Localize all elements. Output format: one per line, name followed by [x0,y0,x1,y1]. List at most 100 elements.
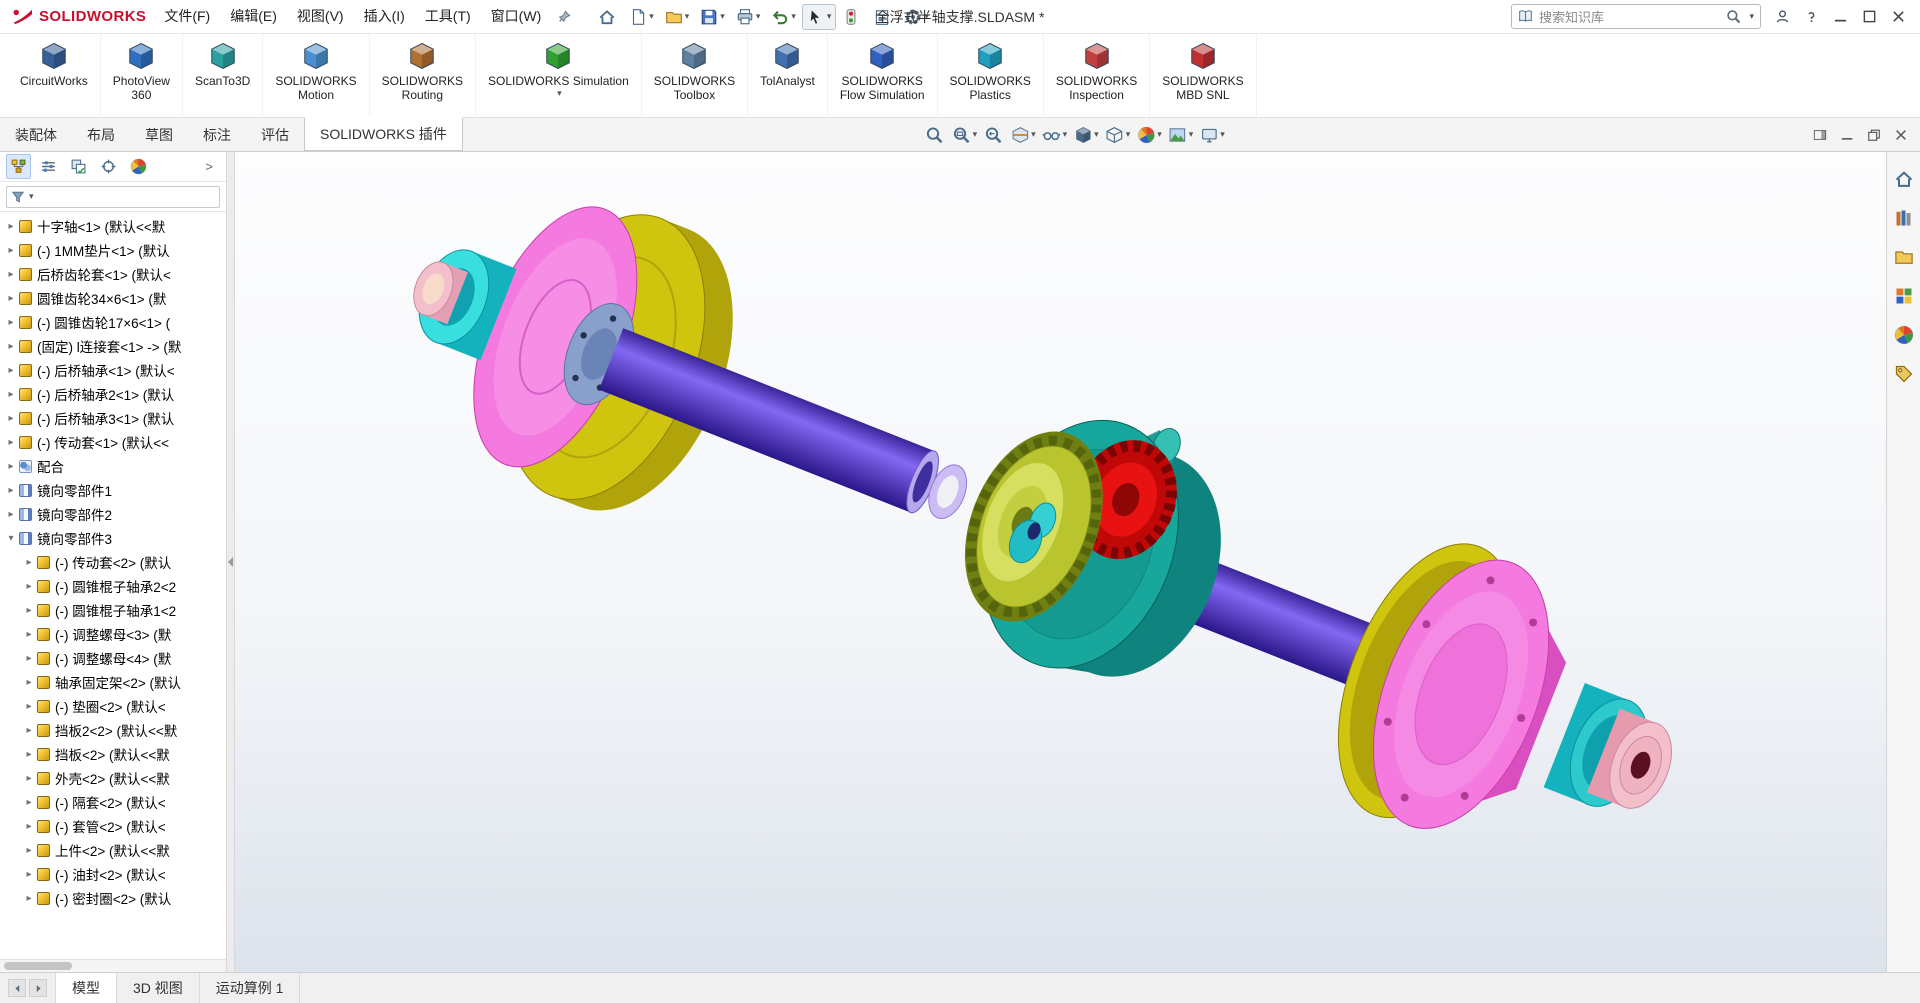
solidworks-routing-button[interactable]: SOLIDWORKS Routing [370,34,477,117]
expand-arrow-icon[interactable]: ▸ [4,365,18,376]
expand-arrow-icon[interactable]: ▸ [22,845,36,856]
pin-menu-icon[interactable] [551,8,577,26]
expand-arrow-icon[interactable]: ▸ [4,317,18,328]
tree-item[interactable]: ▸ (-) 传动套<1> (默认<< [0,430,226,454]
tree-item[interactable]: ▸ 镜向零部件2 [0,502,226,526]
tree-item[interactable]: ▸ (-) 垫圈<2> (默认< [0,694,226,718]
expand-arrow-icon[interactable]: ▸ [4,509,18,520]
configurationmanager-tab[interactable] [66,154,91,179]
tree-item[interactable]: ▸ 轴承固定架<2> (默认 [0,670,226,694]
tree-item[interactable]: ▸ (-) 密封圈<2> (默认 [0,886,226,910]
solidworks-flow-simulation-button[interactable]: SOLIDWORKS Flow Simulation [828,34,938,117]
doc-minimize-button[interactable] [1840,128,1854,142]
tree-item[interactable]: ▸ (-) 后桥轴承3<1> (默认 [0,406,226,430]
select-button[interactable]: ▾ [801,3,837,30]
tree-horizontal-scrollbar[interactable] [0,959,226,972]
tolanalyst-button[interactable]: TolAnalyst [748,34,828,117]
expand-arrow-icon[interactable]: ▸ [22,725,36,736]
tree-item[interactable]: ▸ (-) 1MM垫片<1> (默认 [0,238,226,262]
expand-arrow-icon[interactable]: ▸ [4,437,18,448]
expand-arrow-icon[interactable]: ▸ [4,293,18,304]
menu-item[interactable]: 工具(T) [415,0,481,33]
view-palette-tab[interactable] [1891,283,1917,309]
circuitworks-button[interactable]: CircuitWorks [8,34,101,117]
solidworks-simulation-button[interactable]: SOLIDWORKS Simulation ▾ [476,34,642,117]
hide-show-items-icon[interactable]: ▾ [1040,123,1071,147]
panel-splitter[interactable] [227,152,235,972]
menu-item[interactable]: 插入(I) [354,0,415,33]
menu-item[interactable]: 窗口(W) [481,0,552,33]
scanto3d-button[interactable]: ScanTo3D [183,34,264,117]
tree-item[interactable]: ▸ 挡板<2> (默认<<默 [0,742,226,766]
expand-arrow-icon[interactable]: ▸ [4,485,18,496]
viewport-3d-model[interactable] [235,152,1886,972]
expand-arrow-icon[interactable]: ▸ [22,581,36,592]
search-input[interactable]: 搜索知识库 [1539,7,1720,26]
design-library-tab[interactable] [1891,205,1917,231]
scroll-tabs-right-button[interactable] [29,979,47,997]
graphics-viewport[interactable] [235,152,1886,972]
tree-item[interactable]: ▸ 上件<2> (默认<<默 [0,838,226,862]
solidworks-motion-button[interactable]: SOLIDWORKS Motion [263,34,370,117]
home-button[interactable] [593,4,623,30]
expand-arrow-icon[interactable]: ▸ [4,221,18,232]
save-button[interactable]: ▾ [695,4,730,30]
tree-item[interactable]: ▸ (-) 后桥轴承<1> (默认< [0,358,226,382]
photoview-360-button[interactable]: PhotoView 360 [101,34,183,117]
minimize-button[interactable] [1827,5,1854,28]
menu-item[interactable]: 编辑(E) [220,0,287,33]
tree-item[interactable]: ▾ 镜向零部件3 [0,526,226,550]
zoom-area-icon[interactable]: ▾ [950,123,981,147]
expand-arrow-icon[interactable]: ▸ [22,557,36,568]
tree-item[interactable]: ▸ (-) 圆锥齿轮17×6<1> ( [0,310,226,334]
expand-arrow-icon[interactable]: ▸ [22,701,36,712]
previous-view-icon[interactable] [981,123,1007,147]
expand-arrow-icon[interactable]: ▸ [22,869,36,880]
tree-item[interactable]: ▸ (固定) l连接套<1> -> (默 [0,334,226,358]
tree-item[interactable]: ▸ (-) 传动套<2> (默认 [0,550,226,574]
command-tab[interactable]: 评估 [246,118,304,151]
expand-arrow-icon[interactable]: ▸ [22,629,36,640]
apply-scene-icon[interactable]: ▾ [1166,123,1197,147]
expand-pane-icon[interactable]: > [198,157,220,176]
scroll-tabs-left-button[interactable] [8,979,26,997]
solidworks-mbd-snl-button[interactable]: SOLIDWORKS MBD SNL [1150,34,1257,117]
tree-item[interactable]: ▸ 镜向零部件1 [0,478,226,502]
command-tab[interactable]: 装配体 [0,118,72,151]
left-wheel-assembly[interactable] [406,184,771,539]
display-style-icon[interactable]: ▾ [1103,123,1134,147]
undo-button[interactable]: ▾ [766,4,801,30]
search-caret[interactable]: ▾ [1749,12,1754,21]
expand-arrow-icon[interactable]: ▸ [4,389,18,400]
knowledge-search-box[interactable]: 搜索知识库 ▾ [1511,4,1761,29]
tree-item[interactable]: ▸ 圆锥齿轮34×6<1> (默 [0,286,226,310]
doc-close-button[interactable] [1894,128,1908,142]
search-icon[interactable] [1726,9,1741,24]
pane-toggle-button[interactable] [1813,128,1827,142]
tree-item[interactable]: ▸ (-) 油封<2> (默认< [0,862,226,886]
command-tab[interactable]: 布局 [72,118,130,151]
view-orientation-icon[interactable]: ▾ [1071,123,1102,147]
resources-tab[interactable] [1891,166,1917,192]
expand-arrow-icon[interactable]: ▸ [22,749,36,760]
expand-arrow-icon[interactable]: ▸ [22,605,36,616]
scrollbar-thumb[interactable] [4,962,72,970]
tree-item[interactable]: ▸ 外壳<2> (默认<<默 [0,766,226,790]
open-button[interactable]: ▾ [660,4,695,30]
command-tab[interactable]: SOLIDWORKS 插件 [304,117,463,151]
tree-item[interactable]: ▸ 配合 [0,454,226,478]
tree-item[interactable]: ▸ 挡板2<2> (默认<<默 [0,718,226,742]
menu-item[interactable]: 文件(F) [154,0,220,33]
right-wheel-assembly[interactable] [1303,519,1683,853]
expand-arrow-icon[interactable]: ▸ [4,413,18,424]
expand-arrow-icon[interactable]: ▸ [4,341,18,352]
document-tab[interactable]: 3D 视图 [117,973,200,1003]
tree-item[interactable]: ▸ (-) 圆锥棍子轴承1<2 [0,598,226,622]
doc-restore-button[interactable] [1867,128,1881,142]
custom-properties-tab[interactable] [1891,361,1917,387]
menu-item[interactable]: 视图(V) [287,0,354,33]
document-tab[interactable]: 模型 [55,973,117,1003]
file-explorer-tab[interactable] [1891,244,1917,270]
tree-item[interactable]: ▸ (-) 圆锥棍子轴承2<2 [0,574,226,598]
maximize-button[interactable] [1856,5,1883,28]
